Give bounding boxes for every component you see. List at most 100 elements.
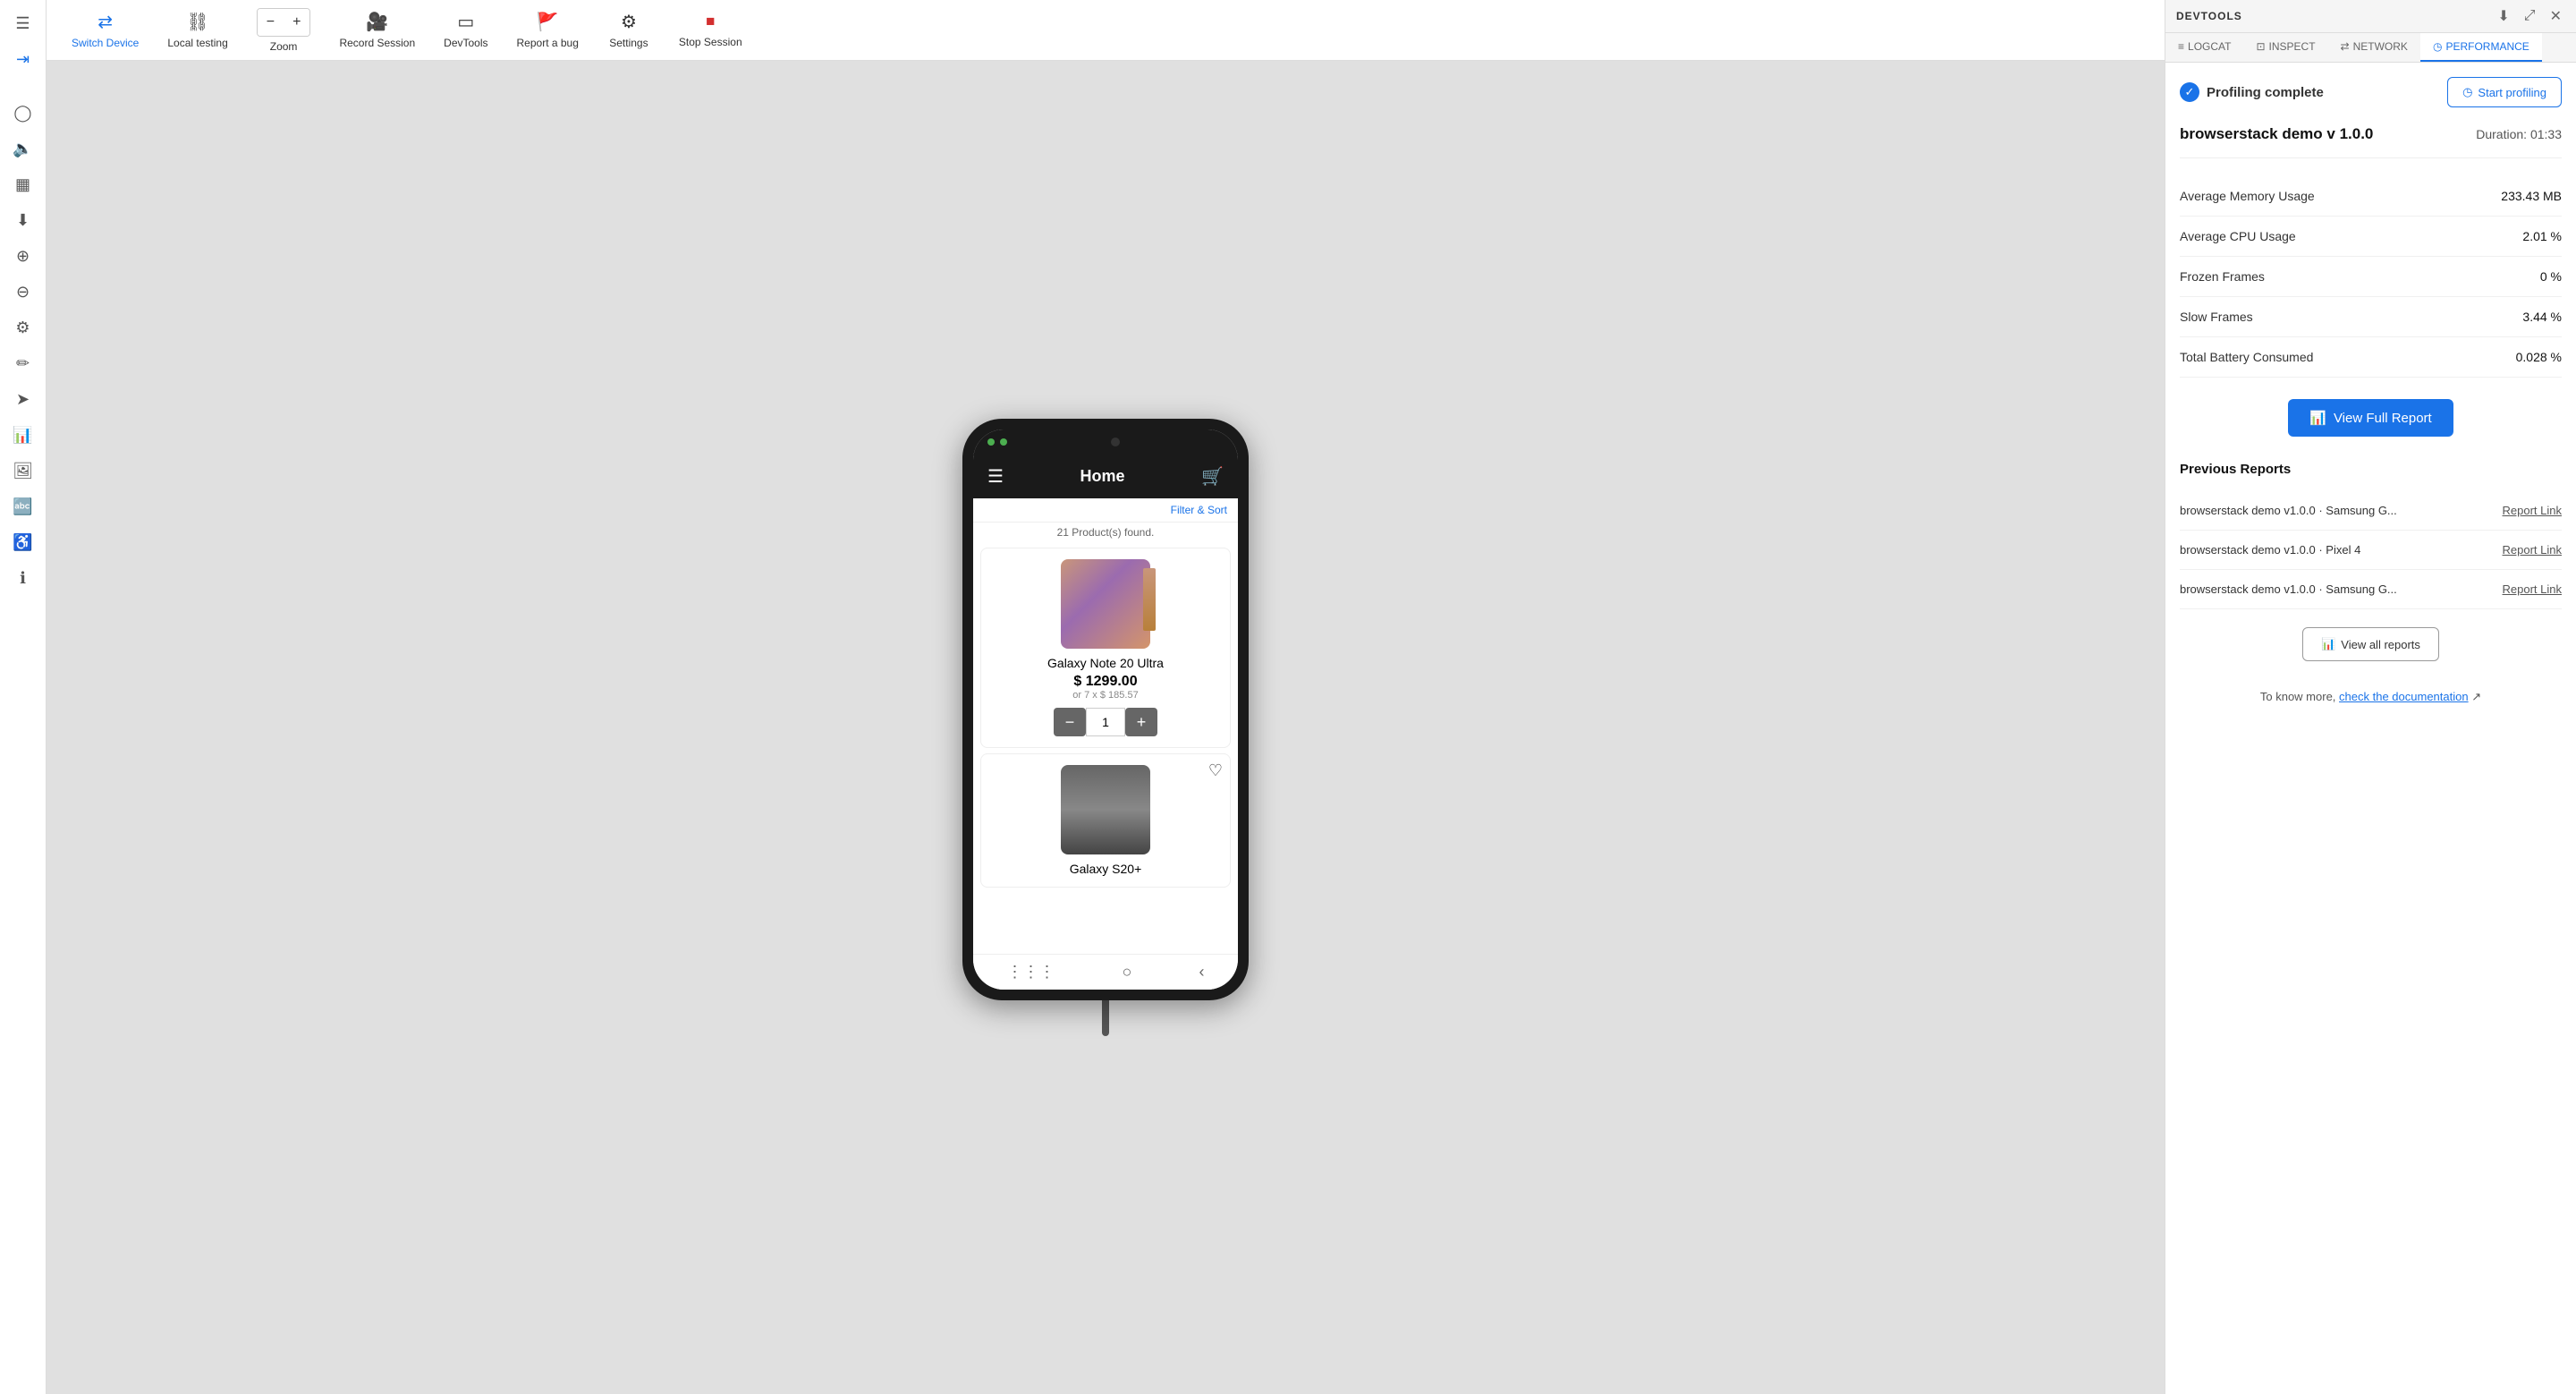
- download-icon[interactable]: ⬇: [7, 204, 39, 236]
- app-duration: Duration: 01:33: [2476, 127, 2562, 141]
- product-price-alt-1: or 7 x $ 185.57: [992, 690, 1219, 701]
- settings-button[interactable]: ⚙ Settings: [593, 4, 665, 56]
- favorite-icon[interactable]: ♡: [1208, 761, 1223, 780]
- report-link-2[interactable]: Report Link: [2503, 582, 2562, 596]
- product-qty-1: − 1 +: [992, 708, 1219, 736]
- devtools-panel: DEVTOOLS ⬇ ⤢ ✕ ≡ LOGCAT ⊡ INSPECT ⇄ NETW…: [2165, 0, 2576, 1394]
- status-dot-2: [1000, 438, 1007, 446]
- hamburger-menu-icon[interactable]: ☰: [987, 465, 1004, 488]
- devtools-label: DevTools: [444, 37, 487, 49]
- nav-back-icon[interactable]: ‹: [1199, 963, 1204, 982]
- speaker-icon[interactable]: 🔈: [7, 132, 39, 165]
- report-row-1: browserstack demo v1.0.0 · Pixel 4 Repor…: [2180, 531, 2562, 570]
- report-row-2: browserstack demo v1.0.0 · Samsung G... …: [2180, 570, 2562, 609]
- stop-session-button[interactable]: ⏹ Stop Session: [665, 4, 757, 55]
- record-session-button[interactable]: 🎥 Record Session: [325, 4, 429, 56]
- logcat-icon: ≡: [2178, 40, 2184, 53]
- brush-icon[interactable]: ✏: [7, 347, 39, 379]
- settings-icon[interactable]: ⚙: [7, 311, 39, 344]
- devtools-titlebar: DEVTOOLS ⬇ ⤢ ✕: [2165, 0, 2576, 33]
- previous-reports-section: Previous Reports browserstack demo v1.0.…: [2180, 462, 2562, 704]
- translate-icon[interactable]: 🔤: [7, 490, 39, 523]
- switch-device-icon: ⇄: [97, 11, 113, 33]
- metric-row-3: Slow Frames 3.44 %: [2180, 297, 2562, 337]
- switch-device-button[interactable]: ⇄ Switch Device: [57, 4, 153, 56]
- app-title: Home: [1080, 467, 1125, 486]
- report-link-1[interactable]: Report Link: [2503, 543, 2562, 557]
- app-header: ☰ Home 🛒: [973, 455, 1238, 498]
- performance-icon: ◷: [2433, 40, 2442, 53]
- logcat-tab-label: LOGCAT: [2188, 40, 2231, 53]
- previous-reports-title: Previous Reports: [2180, 462, 2562, 477]
- menu-icon[interactable]: ☰: [7, 7, 39, 39]
- zoom-button[interactable]: − + Zoom: [242, 1, 326, 60]
- metric-value-1: 2.01 %: [2522, 229, 2562, 243]
- settings-label: Settings: [609, 37, 648, 49]
- zoom-minus-button[interactable]: −: [258, 9, 284, 36]
- inspect-icon: ⊡: [2256, 40, 2265, 53]
- start-profiling-label: Start profiling: [2478, 86, 2546, 99]
- product-image-1: [1061, 559, 1150, 649]
- nav-home-icon[interactable]: ○: [1123, 963, 1132, 982]
- chart-icon[interactable]: 📊: [7, 419, 39, 451]
- qty-minus-1[interactable]: −: [1054, 708, 1086, 736]
- circle-icon[interactable]: ◯: [7, 97, 39, 129]
- record-session-label: Record Session: [339, 37, 415, 49]
- report-row-0: browserstack demo v1.0.0 · Samsung G... …: [2180, 491, 2562, 531]
- info-icon[interactable]: ℹ: [7, 562, 39, 594]
- tab-performance[interactable]: ◷ PERFORMANCE: [2420, 33, 2542, 62]
- phone-frame: ☰ Home 🛒 Filter & Sort 21 Product(s) fou…: [962, 419, 1249, 1000]
- qty-plus-1[interactable]: +: [1125, 708, 1157, 736]
- devtools-expand-button[interactable]: ⤢: [2521, 6, 2539, 26]
- report-link-0[interactable]: Report Link: [2503, 504, 2562, 517]
- profiling-status-left: ✓ Profiling complete: [2180, 82, 2324, 102]
- main-area: ⇄ Switch Device ⛓ Local testing − + Zoom…: [47, 0, 2165, 1394]
- start-profiling-button[interactable]: ◷ Start profiling: [2447, 77, 2562, 107]
- report-name-0: browserstack demo v1.0.0 · Samsung G...: [2180, 504, 2397, 517]
- view-all-reports-button[interactable]: 📊 View all reports: [2302, 627, 2439, 661]
- phone-screen: ☰ Home 🛒 Filter & Sort 21 Product(s) fou…: [973, 429, 1238, 990]
- devtools-tabs: ≡ LOGCAT ⊡ INSPECT ⇄ NETWORK ◷ PERFORMAN…: [2165, 33, 2576, 63]
- view-full-report-button[interactable]: 📊 View Full Report: [2288, 399, 2453, 437]
- metric-row-2: Frozen Frames 0 %: [2180, 257, 2562, 297]
- report-bug-icon: 🚩: [537, 11, 559, 33]
- toolbar: ⇄ Switch Device ⛓ Local testing − + Zoom…: [47, 0, 2165, 61]
- devtools-content: ✓ Profiling complete ◷ Start profiling b…: [2165, 63, 2576, 1394]
- report-name-2: browserstack demo v1.0.0 · Samsung G...: [2180, 582, 2397, 596]
- zoom-label: Zoom: [270, 40, 298, 53]
- performance-tab-label: PERFORMANCE: [2445, 40, 2529, 53]
- forward-icon[interactable]: ⇥: [7, 43, 39, 75]
- tab-network[interactable]: ⇄ NETWORK: [2328, 33, 2420, 62]
- tab-inspect[interactable]: ⊡ INSPECT: [2243, 33, 2327, 62]
- devtools-close-button[interactable]: ✕: [2546, 5, 2565, 27]
- metric-label-4: Total Battery Consumed: [2180, 350, 2313, 364]
- metric-value-0: 233.43 MB: [2501, 189, 2562, 203]
- cart-icon[interactable]: 🛒: [1201, 465, 1224, 488]
- docs-link[interactable]: check the documentation: [2339, 690, 2469, 703]
- zoom-plus-button[interactable]: +: [284, 9, 309, 36]
- metric-label-2: Frozen Frames: [2180, 269, 2265, 284]
- local-testing-label: Local testing: [167, 37, 227, 49]
- report-bug-label: Report a bug: [517, 37, 579, 49]
- report-bug-button[interactable]: 🚩 Report a bug: [503, 4, 593, 56]
- send-icon[interactable]: ➤: [7, 383, 39, 415]
- app-info: browserstack demo v 1.0.0 Duration: 01:3…: [2180, 125, 2562, 158]
- phone-camera: [1111, 438, 1120, 446]
- tab-logcat[interactable]: ≡ LOGCAT: [2165, 33, 2243, 62]
- filter-sort-button[interactable]: Filter & Sort: [973, 498, 1238, 523]
- app-name: browserstack demo v 1.0.0: [2180, 125, 2373, 143]
- metric-value-4: 0.028 %: [2516, 350, 2562, 364]
- product-name-1: Galaxy Note 20 Ultra: [992, 656, 1219, 670]
- devtools-download-button[interactable]: ⬇: [2494, 5, 2512, 27]
- crosshair-icon[interactable]: ⊕: [7, 240, 39, 272]
- minus-circle-icon[interactable]: ⊖: [7, 276, 39, 308]
- report-name-1: browserstack demo v1.0.0 · Pixel 4: [2180, 543, 2360, 557]
- accessibility-icon[interactable]: ♿: [7, 526, 39, 558]
- devtools-button[interactable]: ▭ DevTools: [429, 4, 502, 56]
- nav-menu-icon[interactable]: ⋮⋮⋮: [1007, 963, 1055, 982]
- panels-icon[interactable]: ▦: [7, 168, 39, 200]
- device-viewport: ☰ Home 🛒 Filter & Sort 21 Product(s) fou…: [47, 61, 2165, 1394]
- gallery-icon[interactable]: 🖼: [7, 455, 39, 487]
- product-image-2: [1061, 765, 1150, 854]
- local-testing-button[interactable]: ⛓ Local testing: [153, 4, 242, 56]
